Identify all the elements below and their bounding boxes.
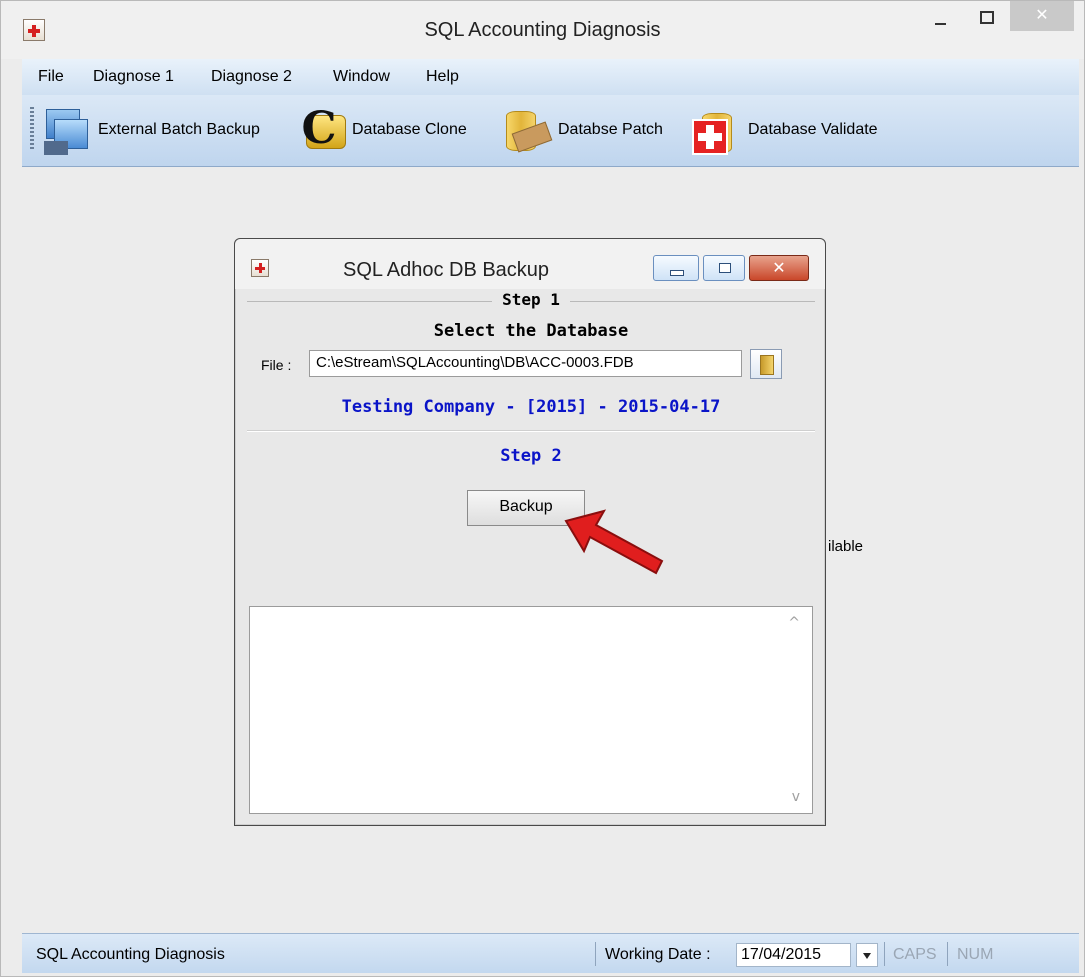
company-info: Testing Company - [2015] - 2015-04-17 <box>341 397 721 417</box>
database-clone-button[interactable]: C Database Clone <box>300 105 510 157</box>
menu-diagnose-2[interactable]: Diagnose 2 <box>211 68 292 86</box>
database-file-input[interactable]: C:\eStream\SQLAccounting\DB\ACC-0003.FDB <box>309 350 742 377</box>
status-divider <box>947 942 948 966</box>
dialog-maximize-button[interactable] <box>703 255 745 281</box>
annotation-arrow <box>564 509 664 575</box>
close-button[interactable]: ✕ <box>1010 1 1074 31</box>
working-date-label: Working Date : <box>605 946 711 963</box>
validate-icon <box>690 105 742 157</box>
dialog-close-button[interactable]: ✕ <box>749 255 809 281</box>
file-label: File : <box>261 357 292 373</box>
maximize-button[interactable] <box>964 1 1008 33</box>
minimize-button[interactable] <box>919 1 963 33</box>
database-validate-button[interactable]: Database Validate <box>690 105 920 157</box>
toolbar: External Batch Backup C Database Clone D… <box>22 95 1079 167</box>
menu-diagnose-1[interactable]: Diagnose 1 <box>93 68 174 86</box>
database-patch-label: Databse Patch <box>558 121 663 138</box>
backup-icon <box>40 105 92 157</box>
status-bar: SQL Accounting Diagnosis Working Date : … <box>22 933 1079 973</box>
close-icon: ✕ <box>772 258 786 277</box>
menu-window[interactable]: Window <box>333 68 390 86</box>
browse-folder-button[interactable] <box>750 349 782 379</box>
clone-icon: C <box>300 105 352 157</box>
title-bar[interactable]: SQL Accounting Diagnosis ✕ <box>1 1 1084 59</box>
scroll-down-icon[interactable]: v <box>792 789 800 805</box>
caps-indicator: CAPS <box>893 946 937 963</box>
toolbar-grip[interactable] <box>30 107 34 151</box>
working-date-dropdown[interactable] <box>856 943 878 967</box>
dialog-title: SQL Adhoc DB Backup <box>343 259 550 281</box>
step1-label: Step 1 <box>492 290 570 309</box>
background-window-text: ilable <box>828 538 864 555</box>
step1-heading: Step 1 <box>247 290 815 309</box>
step-divider <box>247 430 815 432</box>
external-batch-backup-button[interactable]: External Batch Backup <box>40 105 295 157</box>
scroll-up-icon[interactable]: ^ <box>788 615 800 631</box>
status-text: SQL Accounting Diagnosis <box>36 946 225 963</box>
dialog-minimize-button[interactable] <box>653 255 699 281</box>
working-date-field[interactable]: 17/04/2015 <box>736 943 851 967</box>
step2-heading: Step 2 <box>500 446 562 466</box>
backup-log-memo[interactable]: ^ v <box>249 606 813 814</box>
status-divider <box>884 942 885 966</box>
menu-file[interactable]: File <box>38 68 64 86</box>
patch-icon <box>500 105 553 157</box>
dialog-body: Step 1 Select the Database File : C:\eSt… <box>247 289 815 819</box>
database-patch-button[interactable]: Databse Patch <box>500 105 690 157</box>
database-clone-label: Database Clone <box>352 121 467 138</box>
menu-help[interactable]: Help <box>426 68 459 86</box>
close-icon: ✕ <box>1035 5 1049 24</box>
num-indicator: NUM <box>957 946 994 963</box>
database-validate-label: Database Validate <box>748 121 878 138</box>
select-database-heading: Select the Database <box>433 321 629 341</box>
dialog-title-bar[interactable]: SQL Adhoc DB Backup ✕ <box>235 239 825 289</box>
dialog-app-icon[interactable] <box>251 259 269 277</box>
menu-bar: File Diagnose 1 Diagnose 2 Window Help <box>22 59 1079 95</box>
status-divider <box>595 942 596 966</box>
external-batch-backup-label: External Batch Backup <box>98 121 260 138</box>
adhoc-backup-dialog: SQL Adhoc DB Backup ✕ Step 1 Select the … <box>234 238 826 826</box>
